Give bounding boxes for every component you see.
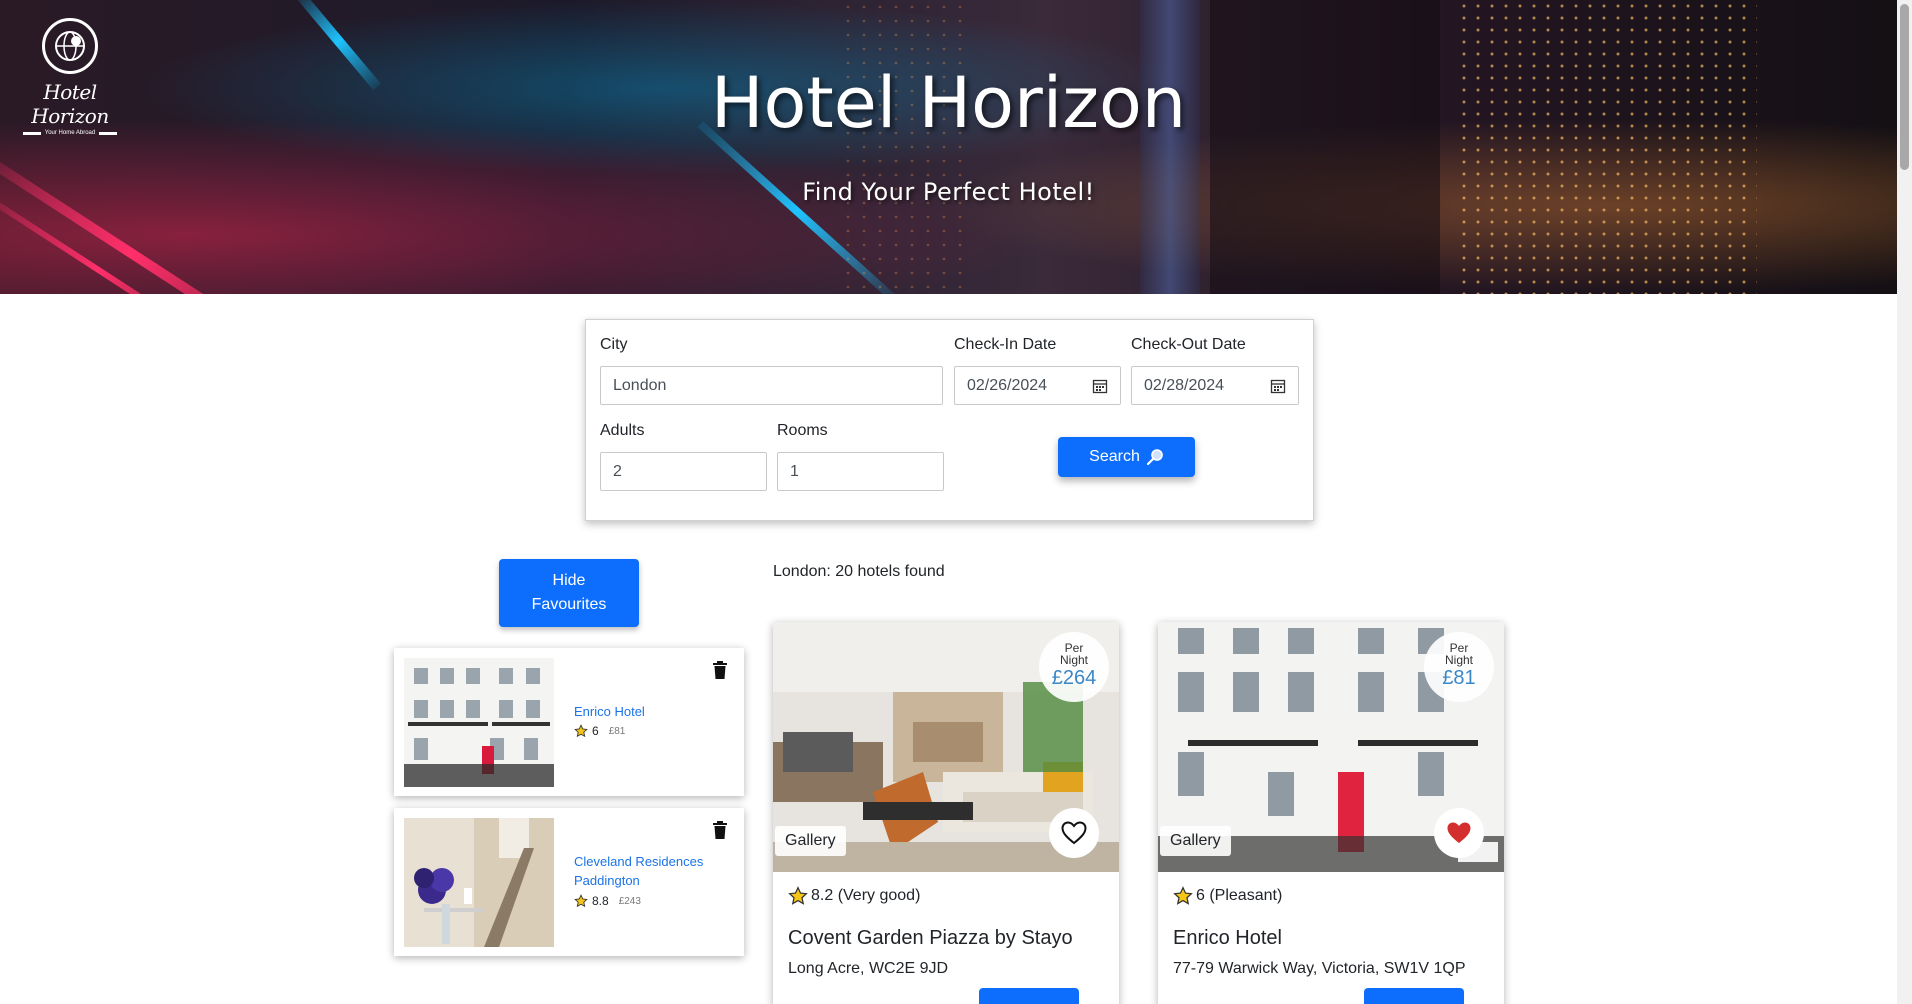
hotel-name[interactable]: Covent Garden Piazza by Stayo <box>788 927 1073 950</box>
gallery-button[interactable]: Gallery <box>1160 826 1231 856</box>
per-night-label: Per Night <box>1444 641 1473 667</box>
favourite-hotel-meta: 8.8 £243 <box>574 894 641 908</box>
checkin-date-input[interactable]: 02/26/2024 <box>954 366 1121 405</box>
calendar-icon[interactable] <box>1270 378 1286 394</box>
checkin-label: Check-In Date <box>954 336 1057 353</box>
price-badge: Per Night £264 <box>1039 632 1109 702</box>
favourite-toggle-button[interactable] <box>1049 808 1099 858</box>
city-label: City <box>600 336 628 353</box>
hotel-name[interactable]: Enrico Hotel <box>1173 927 1282 950</box>
search-button-label: Search <box>1089 448 1140 465</box>
hero-building-windows <box>1457 0 1757 294</box>
search-icon <box>1146 449 1163 466</box>
hero-building-windows <box>840 0 970 294</box>
calendar-icon[interactable] <box>1092 378 1108 394</box>
favourite-hotel-image[interactable] <box>404 818 554 947</box>
favourite-card[interactable]: Cleveland Residences Paddington 8.8 £243 <box>394 808 744 956</box>
favourite-hotel-image[interactable] <box>404 658 554 787</box>
hero-banner: Hotel Horizon Your Home Abroad Hotel Hor… <box>0 0 1897 294</box>
star-icon <box>1173 886 1193 905</box>
hotel-address: Long Acre, WC2E 9JD <box>788 960 949 977</box>
hero-light-beam <box>0 150 285 294</box>
hotel-rating: 8.2 (Very good) <box>788 886 920 906</box>
hotel-action-button[interactable] <box>1364 988 1464 1004</box>
trash-icon[interactable] <box>712 660 728 680</box>
heart-outline-icon <box>1061 821 1087 845</box>
hide-favourites-button[interactable]: Hide Favourites <box>499 559 639 627</box>
hotel-rating: 6 (Pleasant) <box>1173 886 1282 906</box>
checkout-label: Check-Out Date <box>1131 336 1246 353</box>
favourite-hotel-meta: 6 £81 <box>574 724 625 738</box>
star-icon <box>788 886 808 905</box>
page-scrollbar[interactable] <box>1897 0 1912 1004</box>
favourite-hotel-rating: 8.8 <box>592 894 609 908</box>
checkout-date-value: 02/28/2024 <box>1144 376 1225 394</box>
checkout-date-input[interactable]: 02/28/2024 <box>1131 366 1299 405</box>
star-icon <box>574 894 588 908</box>
city-input[interactable]: London <box>600 366 943 405</box>
page-title: Hotel Horizon <box>710 62 1187 144</box>
hero-tower <box>1210 0 1440 294</box>
favourite-hotel-price: £243 <box>618 895 641 907</box>
favourite-hotel-rating: 6 <box>592 724 599 738</box>
page-subtitle: Find Your Perfect Hotel! <box>802 178 1095 206</box>
hotel-action-button[interactable] <box>979 988 1079 1004</box>
checkin-date-value: 02/26/2024 <box>967 376 1048 394</box>
hotel-price: £81 <box>1442 667 1476 689</box>
hotel-card[interactable]: Per Night £81 Gallery 6 (Pleasant) Enric… <box>1158 622 1504 1004</box>
trash-icon[interactable] <box>712 820 728 840</box>
results-summary: London: 20 hotels found <box>773 563 945 580</box>
hotel-rating-text: 8.2 (Very good) <box>811 887 921 904</box>
rooms-label: Rooms <box>777 422 828 439</box>
favourite-hotel-price: £81 <box>608 725 626 737</box>
favourite-card[interactable]: Enrico Hotel 6 £81 <box>394 648 744 796</box>
search-panel: City London Check-In Date 02/26/2024 Che… <box>585 319 1314 521</box>
per-night-label: Per Night <box>1059 641 1088 667</box>
scrollbar-thumb[interactable] <box>1900 4 1909 170</box>
rooms-input[interactable]: 1 <box>777 452 944 491</box>
hotel-price: £264 <box>1051 667 1097 689</box>
hotel-address: 77-79 Warwick Way, Victoria, SW1V 1QP <box>1173 960 1466 977</box>
gallery-button[interactable]: Gallery <box>775 826 846 856</box>
adults-label: Adults <box>600 422 645 439</box>
hero-tower <box>1140 0 1200 294</box>
search-button[interactable]: Search <box>1058 437 1195 477</box>
price-badge: Per Night £81 <box>1424 632 1494 702</box>
hotel-card[interactable]: Per Night £264 Gallery 8.2 (Very good) C… <box>773 622 1119 1004</box>
favourite-hotel-name[interactable]: Cleveland Residences Paddington <box>574 852 724 890</box>
heart-filled-icon <box>1447 822 1471 843</box>
favourite-hotel-name[interactable]: Enrico Hotel <box>574 702 724 721</box>
favourite-toggle-button[interactable] <box>1434 808 1484 858</box>
star-icon <box>574 724 588 738</box>
hotel-rating-text: 6 (Pleasant) <box>1196 887 1283 904</box>
adults-input[interactable]: 2 <box>600 452 767 491</box>
